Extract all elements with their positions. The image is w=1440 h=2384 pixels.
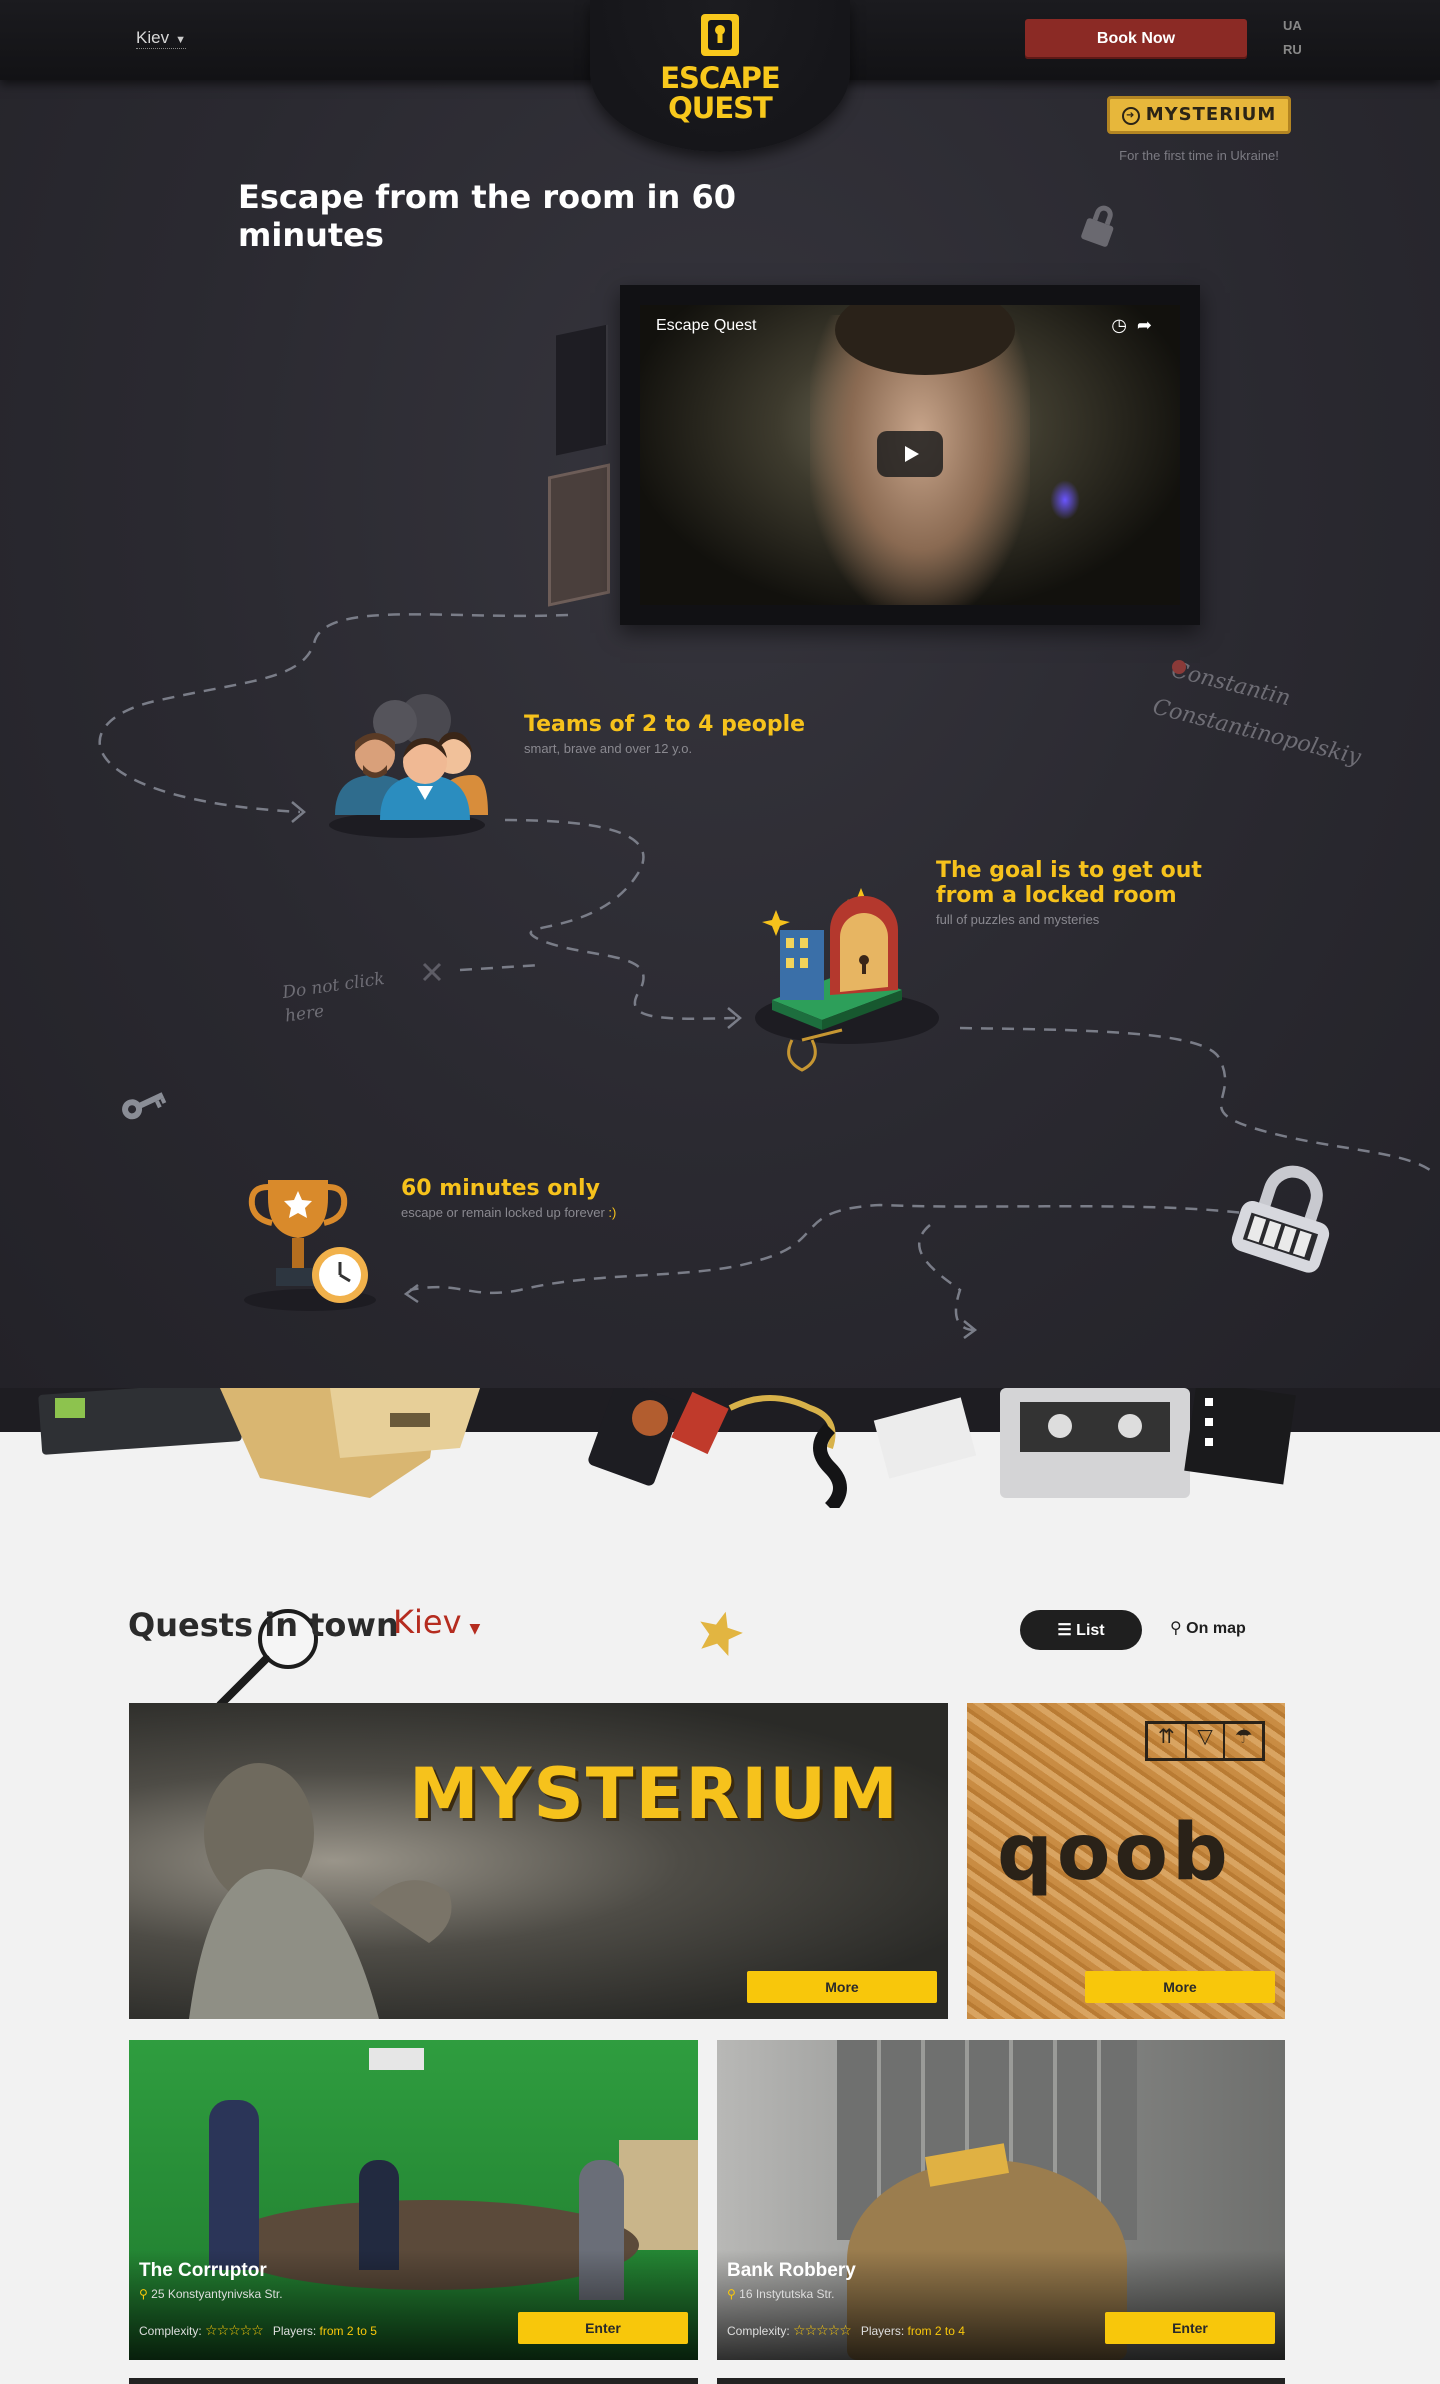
padlock-icon <box>1081 205 1114 247</box>
trophy-clock-icon <box>244 1180 376 1311</box>
quests-city-label: Kiev <box>393 1603 462 1641</box>
list-icon: ☰ <box>1057 1622 1072 1639</box>
map-pin-icon: ⚲ <box>1170 1620 1182 1637</box>
hero-title: Escape from the room in 60 minutes <box>238 178 736 254</box>
play-button[interactable] <box>877 431 943 477</box>
glass-icon: ▽ <box>1187 1724 1226 1758</box>
players-label: Players: <box>272 2324 317 2338</box>
video-player[interactable]: Escape Quest ◷➦ <box>640 305 1180 605</box>
quest-card-mysterium[interactable]: MYSTERIUM More <box>129 1703 948 2019</box>
quest-card-next[interactable] <box>717 2378 1285 2384</box>
map-pin-icon: ⚲ <box>727 2287 736 2301</box>
quest-card-next[interactable] <box>129 2378 698 2384</box>
view-list-toggle[interactable]: ☰ List <box>1020 1610 1142 1650</box>
quest-card-bank-robbery[interactable]: Bank Robbery ⚲ 16 Instytutska Str. Compl… <box>717 2040 1285 2360</box>
quest-meta: Complexity: ☆☆☆☆☆ Players: from 2 to 5 <box>139 2322 377 2339</box>
arrow-right-icon: ➜ <box>1121 107 1140 125</box>
feature-subtitle: smart, brave and over 12 y.o. <box>524 741 693 756</box>
complexity-stars-icon: ☆☆☆☆☆ <box>793 2322 852 2338</box>
players-range: from 2 to 4 <box>907 2324 965 2338</box>
logo[interactable]: ESCAPE QUEST <box>620 12 820 123</box>
feature-title: 60 minutes only <box>401 1176 600 1201</box>
share-icon[interactable]: ➦ <box>1137 315 1162 335</box>
book-now-button[interactable]: Book Now <box>1025 19 1247 59</box>
star-decor-icon <box>700 1611 743 1656</box>
enter-button[interactable]: Enter <box>518 2312 688 2344</box>
featured-title: MYSTERIUM <box>409 1753 900 1835</box>
video-light-spot <box>1050 480 1080 520</box>
view-map-toggle[interactable]: ⚲ On map <box>1170 1618 1246 1638</box>
quest-meta: Complexity: ☆☆☆☆☆ Players: from 2 to 4 <box>727 2322 965 2339</box>
quest-name: Bank Robbery <box>727 2260 856 2281</box>
key-icon <box>122 1092 167 1120</box>
quest-address: ⚲ 16 Instytutska Str. <box>727 2287 835 2301</box>
team-people-icon <box>329 694 488 838</box>
items-pile-decor <box>0 1388 1440 1508</box>
feature-time: 60 minutes only escape or remain locked … <box>401 1176 721 1220</box>
hero-section: Kiev ▼ Book Now UA RU ESCAPE QUEST ➜ MYSTE… <box>0 0 1440 1395</box>
feature-title: The goal is to get out from a locked roo… <box>936 858 1202 908</box>
umbrella-icon: ☂ <box>1234 1726 1253 1748</box>
more-button[interactable]: More <box>747 1971 937 2003</box>
chevron-down-icon: ▼ <box>469 1621 481 1637</box>
person-silhouette <box>209 2100 259 2270</box>
quest-address-text: 25 Konstyantynivska Str. <box>151 2287 283 2301</box>
logo-line-1: ESCAPE <box>660 61 781 95</box>
feature-goal: The goal is to get out from a locked roo… <box>936 858 1216 927</box>
watch-later-icon[interactable]: ◷ <box>1111 315 1137 335</box>
feature-title: Teams of 2 to 4 people <box>524 712 806 737</box>
promo-caption: For the first time in Ukraine! <box>1119 148 1279 163</box>
enter-button[interactable]: Enter <box>1105 2312 1275 2344</box>
arrows-up-icon: ⇈ <box>1148 1724 1187 1758</box>
lang-ua[interactable]: UA <box>1283 18 1302 33</box>
ceiling-light <box>369 2048 424 2070</box>
view-list-label: List <box>1076 1622 1105 1639</box>
quest-name: The Corruptor <box>139 2260 267 2281</box>
video-title: Escape Quest <box>656 317 757 334</box>
door-decor <box>548 463 610 607</box>
city-selector-label: Kiev <box>136 28 170 47</box>
city-selector[interactable]: Kiev ▼ <box>136 28 186 49</box>
smiley-text: :) <box>608 1205 617 1220</box>
players-label: Players: <box>860 2324 905 2338</box>
complexity-label: Complexity: <box>727 2324 790 2338</box>
map-pin-icon: ⚲ <box>139 2287 148 2301</box>
logo-line-2: QUEST <box>668 91 773 125</box>
feature-subtitle: escape or remain locked up forever :) <box>401 1205 721 1220</box>
feature-subtitle: full of puzzles and mysteries <box>936 912 1100 927</box>
mysterium-promo-badge[interactable]: ➜ MYSTERIUM <box>1107 96 1291 134</box>
players-range: from 2 to 5 <box>319 2324 377 2338</box>
pin-dot <box>1172 660 1186 674</box>
feature-subtitle-text: escape or remain locked up forever <box>401 1205 605 1220</box>
view-map-label: On map <box>1186 1620 1246 1637</box>
wall-panel-decor <box>556 324 608 456</box>
complexity-label: Complexity: <box>139 2324 202 2338</box>
quest-card-qoob[interactable]: ⇈ ▽ ☂ qoob More <box>967 1703 1285 2019</box>
quests-heading: Quests in town <box>128 1606 399 1644</box>
quest-address-text: 16 Instytutska Str. <box>739 2287 835 2301</box>
feature-teams: Teams of 2 to 4 people smart, brave and … <box>524 712 844 756</box>
video-frame: Escape Quest ◷➦ <box>620 285 1200 625</box>
locked-room-icon <box>755 888 939 1072</box>
lock-logo-icon <box>701 14 739 56</box>
more-button[interactable]: More <box>1085 1971 1275 2003</box>
quest-address: ⚲ 25 Konstyantynivska Str. <box>139 2287 283 2301</box>
quest-card-corruptor[interactable]: The Corruptor ⚲ 25 Konstyantynivska Str.… <box>129 2040 698 2360</box>
lang-ru[interactable]: RU <box>1283 42 1302 57</box>
package-symbols: ⇈ ▽ ☂ <box>1145 1721 1265 1761</box>
quests-city-dropdown[interactable]: Kiev ▼ <box>393 1603 480 1641</box>
video-toolbar: ◷➦ <box>1111 315 1162 336</box>
chevron-down-icon: ▼ <box>175 34 186 46</box>
complexity-stars-icon: ☆☆☆☆☆ <box>205 2322 264 2338</box>
combination-lock-icon[interactable] <box>1225 1160 1350 1280</box>
featured-title: qoob <box>997 1808 1232 1898</box>
promo-badge-label: MYSTERIUM <box>1145 104 1277 125</box>
